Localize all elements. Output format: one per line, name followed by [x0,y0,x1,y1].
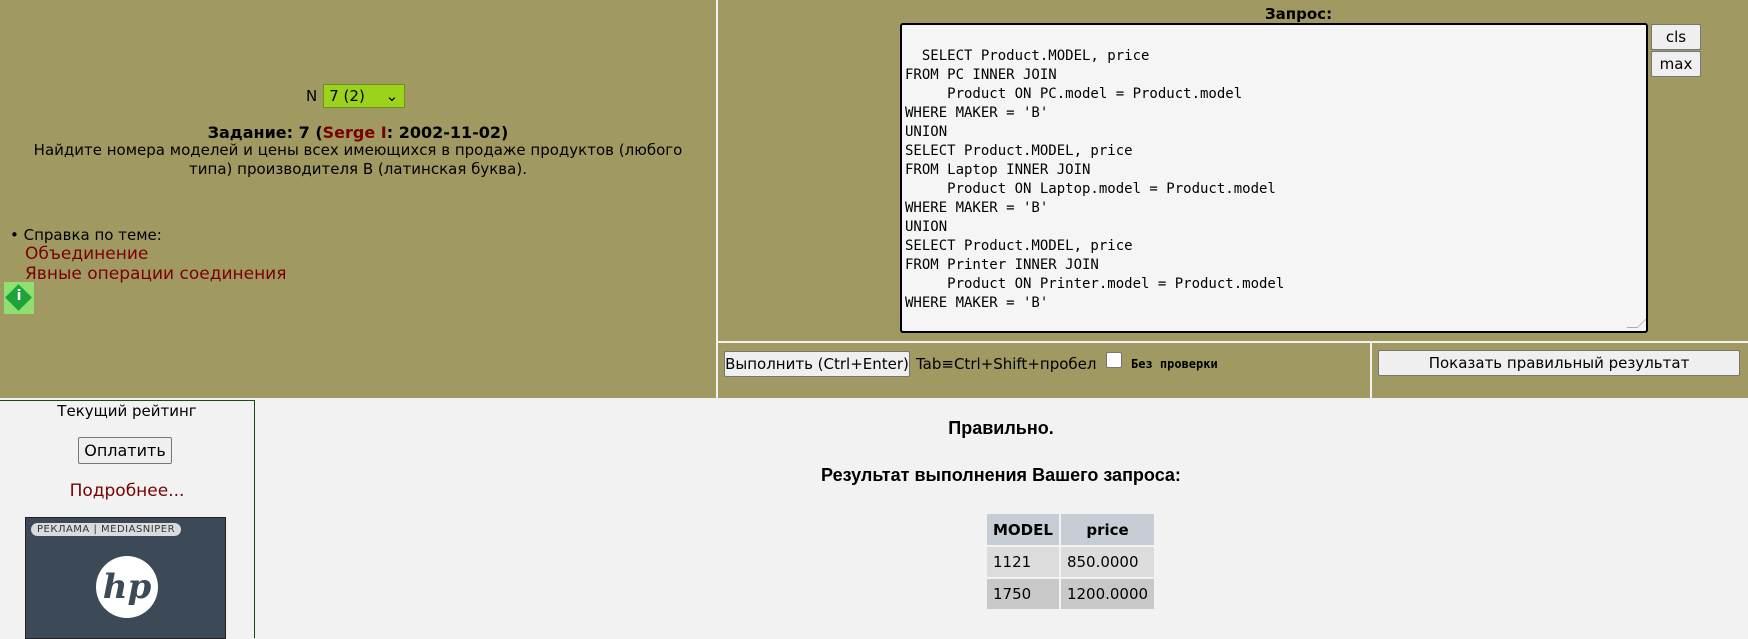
run-button[interactable]: Выполнить (Ctrl+Enter) [724,351,910,377]
table-header-row: MODEL price [987,514,1155,545]
cell-price: 850.0000 [1060,547,1155,577]
hp-logo: hp [96,556,158,618]
table-row: 1121 850.0000 [987,547,1155,577]
cell-price: 1200.0000 [1060,579,1155,609]
info-icon: i [16,288,22,304]
task-number-label: N [306,87,318,105]
cls-button[interactable]: cls [1651,24,1701,50]
column-header-model: MODEL [987,514,1059,545]
task-description: Найдите номера моделей и цены всех имеющ… [33,141,683,178]
pay-button[interactable]: Оплатить [78,437,172,464]
sql-editor[interactable]: SELECT Product.MODEL, price FROM PC INNE… [900,23,1648,333]
task-title: Задание: 7 (Serge I: 2002-11-02) [0,123,716,142]
help-section: • Справка по теме: Объединение Явные опе… [10,226,286,284]
tab-hint: Tab≡Ctrl+Shift+пробел [916,355,1097,373]
ad-tag: РЕКЛАМА | MEDIASNIPER [31,523,182,536]
query-label: Запрос: [1265,5,1333,23]
result-title: Результат выполнения Вашего запроса: [821,465,1181,485]
task-number-value: 7 (2) [329,87,365,105]
max-button[interactable]: max [1651,51,1701,77]
help-link-explicit-joins[interactable]: Явные операции соединения [10,264,286,284]
rating-title: Текущий рейтинг [57,402,197,420]
task-title-suffix: : 2002-11-02) [386,123,509,142]
nocheck-checkbox[interactable] [1106,352,1122,368]
ad-banner[interactable]: РЕКЛАМА | MEDIASNIPER hp [25,517,226,639]
result-table: MODEL price 1121 850.0000 1750 1200.0000 [985,512,1156,611]
more-link[interactable]: Подробнее... [0,481,254,501]
result-status: Правильно. [948,418,1054,438]
task-title-prefix: Задание: 7 ( [207,123,323,142]
sql-text: SELECT Product.MODEL, price FROM PC INNE… [905,48,1285,311]
task-selector-row: N 7 (2) ⌄ [306,84,406,108]
help-heading: • Справка по теме: [10,226,162,244]
task-number-select[interactable]: 7 (2) ⌄ [323,84,406,108]
help-link-union[interactable]: Объединение [10,244,286,264]
task-author-link[interactable]: Serge I [323,123,387,142]
hp-logo-text: hp [102,567,152,607]
table-row: 1750 1200.0000 [987,579,1155,609]
info-button[interactable]: i [4,282,34,314]
show-correct-result-button[interactable]: Показать правильный результат [1378,350,1740,376]
cell-model: 1121 [987,547,1059,577]
resize-grip-icon[interactable] [1626,317,1646,328]
column-header-price: price [1060,514,1155,545]
task-panel [0,0,716,398]
nocheck-label: Без проверки [1131,357,1218,371]
chevron-down-icon: ⌄ [385,87,399,105]
cell-model: 1750 [987,579,1059,609]
